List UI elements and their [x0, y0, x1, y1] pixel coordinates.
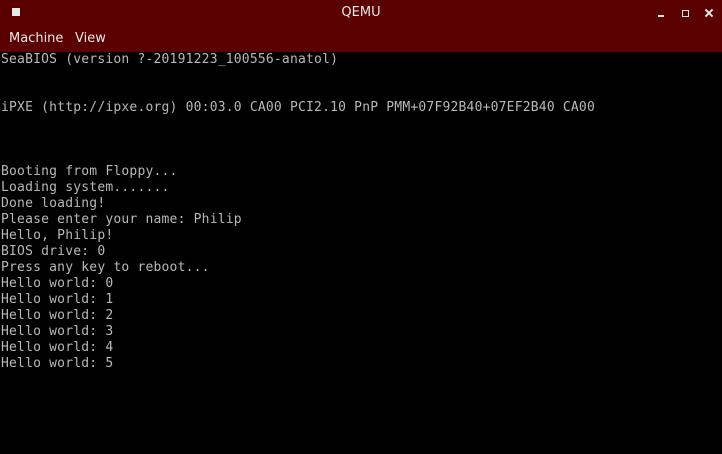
- vm-console-screen[interactable]: SeaBIOS (version ?-20191223_100556-anato…: [0, 52, 722, 454]
- title-bar[interactable]: QEMU: [0, 0, 722, 27]
- console-line: Hello world: 2: [1, 308, 114, 323]
- window-title: QEMU: [341, 5, 381, 20]
- close-icon: [705, 9, 713, 17]
- qemu-window: QEMU Machine View SeaBIOS (version ?-201…: [0, 0, 722, 454]
- console-line: Hello world: 5: [1, 356, 114, 371]
- console-line: Hello world: 1: [1, 292, 114, 307]
- console-line: Please enter your name: Philip: [1, 212, 242, 227]
- minimize-button[interactable]: [653, 6, 669, 20]
- minimize-icon: [658, 15, 664, 17]
- console-line: Hello world: 0: [1, 276, 114, 291]
- menu-machine[interactable]: Machine: [9, 31, 63, 46]
- console-line: BIOS drive: 0: [1, 244, 106, 259]
- console-line: Done loading!: [1, 196, 106, 211]
- console-line: Press any key to reboot...: [1, 260, 210, 275]
- menu-bar: Machine View: [0, 27, 722, 52]
- maximize-button[interactable]: [677, 6, 693, 20]
- console-line: Hello world: 4: [1, 340, 114, 355]
- close-button[interactable]: [701, 6, 717, 20]
- console-line: Loading system.......: [1, 180, 170, 195]
- console-line: iPXE (http://ipxe.org) 00:03.0 CA00 PCI2…: [1, 100, 595, 115]
- menu-view[interactable]: View: [75, 31, 106, 46]
- console-line: Hello world: 3: [1, 324, 114, 339]
- console-line: Hello, Philip!: [1, 228, 114, 243]
- console-line: Booting from Floppy...: [1, 164, 178, 179]
- console-line: SeaBIOS (version ?-20191223_100556-anato…: [1, 52, 339, 67]
- maximize-icon: [681, 9, 689, 17]
